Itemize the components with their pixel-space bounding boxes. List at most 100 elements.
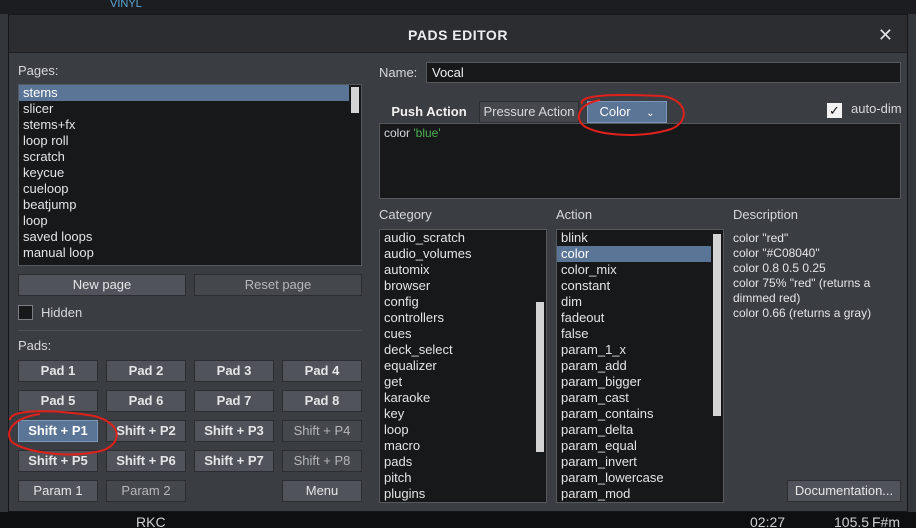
pad-button[interactable]: Pad 2 [106, 360, 186, 382]
pad-button[interactable]: Pad 1 [18, 360, 98, 382]
list-item[interactable]: loop [380, 422, 534, 438]
tab-pressure-action[interactable]: Pressure Action [479, 101, 579, 123]
code-keyword: color [384, 126, 411, 140]
list-item[interactable]: macro [380, 438, 534, 454]
name-label: Name: [379, 65, 418, 80]
list-item[interactable]: karaoke [380, 390, 534, 406]
description-line: color 0.8 0.5 0.25 [733, 261, 826, 275]
pad-button[interactable]: Pad 4 [282, 360, 362, 382]
list-item[interactable]: dim [557, 294, 711, 310]
list-item[interactable]: param_1_x [557, 342, 711, 358]
new-page-button[interactable]: New page [18, 274, 186, 296]
pad-button[interactable]: Shift + P3 [194, 420, 274, 442]
list-item[interactable]: stems [19, 85, 349, 101]
list-item[interactable]: pads [380, 454, 534, 470]
pad-button[interactable]: Shift + P1 [18, 420, 98, 442]
pages-list[interactable]: stems slicer stems+fx loop roll scratch keycu… [18, 84, 362, 266]
list-item[interactable]: stems+fx [19, 117, 349, 133]
action-scrollbar[interactable] [713, 234, 721, 416]
pages-divider [18, 330, 362, 331]
pad-button[interactable]: Pad 8 [282, 390, 362, 412]
script-editor[interactable]: color 'blue' [379, 123, 901, 199]
list-item[interactable]: scratch [19, 149, 349, 165]
pad-button[interactable]: Pad 5 [18, 390, 98, 412]
bottom-bpm: 105.5 [834, 514, 870, 528]
list-item[interactable]: ... [19, 261, 349, 265]
list-item[interactable]: key [380, 406, 534, 422]
list-item[interactable]: plugins [380, 486, 534, 502]
category-scrollbar[interactable] [536, 302, 544, 452]
chevron-down-icon: ⌄ [646, 108, 655, 119]
pad-button[interactable]: Shift + P8 [282, 450, 362, 472]
param1-button[interactable]: Param 1 [18, 480, 98, 502]
menu-button[interactable]: Menu [282, 480, 362, 502]
close-icon[interactable]: ✕ [878, 25, 893, 46]
category-list[interactable]: audio_scratch audio_volumes automix browser… [379, 229, 547, 503]
list-item[interactable]: audio_scratch [380, 230, 534, 246]
list-item[interactable]: param_invert [557, 454, 711, 470]
list-item[interactable]: fadeout [557, 310, 711, 326]
autodim-checkbox[interactable]: ✓ [827, 103, 842, 118]
documentation-button[interactable]: Documentation... [787, 480, 901, 502]
list-item[interactable]: automix [380, 262, 534, 278]
list-item[interactable]: color [557, 246, 711, 262]
background-right-edge [908, 14, 916, 512]
action-label: Action [556, 207, 593, 222]
list-item[interactable]: param_cast [557, 390, 711, 406]
list-item[interactable]: beatjump [19, 197, 349, 213]
list-item[interactable]: constant [557, 278, 711, 294]
list-item[interactable]: browser [380, 278, 534, 294]
tab-color[interactable]: Color ⌄ [587, 101, 667, 123]
bottom-key: F#m [872, 514, 900, 528]
background-top-bar: VINYL [0, 0, 916, 14]
name-field[interactable]: Vocal [426, 62, 901, 83]
list-item[interactable]: config [380, 294, 534, 310]
list-item[interactable]: manual loop [19, 245, 349, 261]
list-item[interactable]: audio_volumes [380, 246, 534, 262]
list-item[interactable]: cues [380, 326, 534, 342]
pads-label: Pads: [18, 338, 52, 353]
list-item[interactable]: color_mix [557, 262, 711, 278]
dialog-titlebar: PADS EDITOR ✕ [9, 15, 907, 53]
pad-button[interactable]: Shift + P2 [106, 420, 186, 442]
list-item[interactable]: param_bigger [557, 374, 711, 390]
tab-push-action[interactable]: Push Action [387, 101, 471, 123]
pad-button[interactable]: Pad 3 [194, 360, 274, 382]
pad-button[interactable]: Shift + P4 [282, 420, 362, 442]
list-item[interactable]: slicer [19, 101, 349, 117]
action-list[interactable]: blink color color_mix constant dim fadeout fal… [556, 229, 724, 503]
list-item[interactable]: cueloop [19, 181, 349, 197]
list-item[interactable]: loop [19, 213, 349, 229]
list-item[interactable]: equalizer [380, 358, 534, 374]
list-item[interactable]: controllers [380, 310, 534, 326]
list-item[interactable]: deck_select [380, 342, 534, 358]
list-item[interactable]: param_contains [557, 406, 711, 422]
hidden-checkbox[interactable] [18, 305, 33, 320]
list-item[interactable]: false [557, 326, 711, 342]
reset-page-button[interactable]: Reset page [194, 274, 362, 296]
pages-scrollbar[interactable] [351, 87, 359, 113]
list-item[interactable]: keycue [19, 165, 349, 181]
code-string: 'blue' [413, 126, 441, 140]
list-item[interactable]: param_delta [557, 422, 711, 438]
pad-button[interactable]: Shift + P5 [18, 450, 98, 472]
list-item[interactable]: param_lowercase [557, 470, 711, 486]
description-line: color 75% "red" (returns a dimmed red) [733, 276, 871, 305]
list-item[interactable]: param_add [557, 358, 711, 374]
pad-button[interactable]: Pad 7 [194, 390, 274, 412]
pad-button[interactable]: Pad 6 [106, 390, 186, 412]
param2-button[interactable]: Param 2 [106, 480, 186, 502]
pad-button[interactable]: Shift + P7 [194, 450, 274, 472]
list-item[interactable]: param_equal [557, 438, 711, 454]
list-item[interactable]: saved loops [19, 229, 349, 245]
hidden-label: Hidden [41, 305, 83, 320]
pad-button[interactable]: Shift + P6 [106, 450, 186, 472]
autodim-label: auto-dim [851, 101, 902, 116]
list-item[interactable]: get [380, 374, 534, 390]
description-line: color "#C08040" [733, 246, 820, 260]
list-item[interactable]: param_mod [557, 486, 711, 502]
list-item[interactable]: pitch [380, 470, 534, 486]
description-label: Description [733, 207, 799, 222]
list-item[interactable]: blink [557, 230, 711, 246]
list-item[interactable]: loop roll [19, 133, 349, 149]
